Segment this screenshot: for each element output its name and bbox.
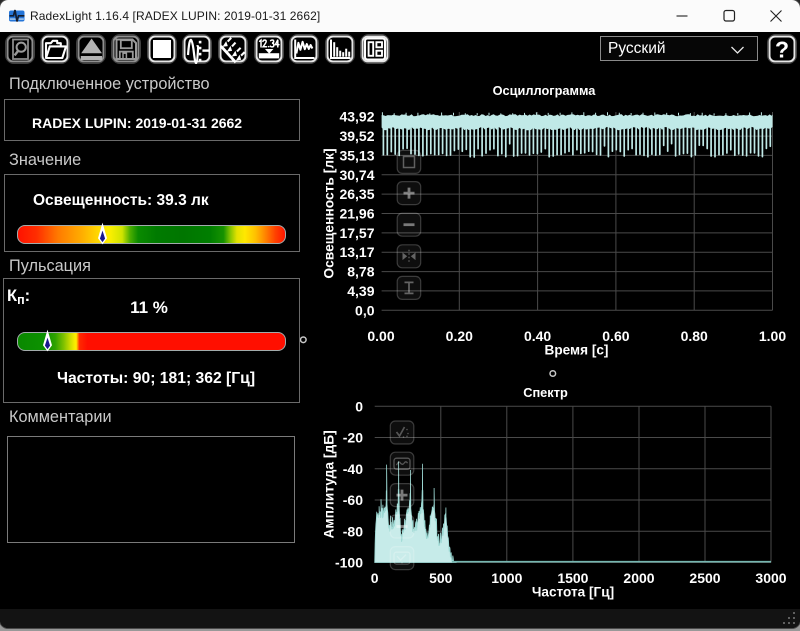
- svg-text:4,39: 4,39: [347, 283, 374, 299]
- svg-text:Освещенность [лк]: Освещенность [лк]: [322, 148, 337, 278]
- svg-text:0.60: 0.60: [602, 328, 629, 344]
- svg-text:0: 0: [355, 398, 363, 414]
- svg-text:Частота [Гц]: Частота [Гц]: [532, 584, 614, 599]
- svg-text:13,17: 13,17: [339, 244, 374, 260]
- svg-text:43,92: 43,92: [339, 109, 374, 125]
- svg-text:2500: 2500: [689, 570, 720, 586]
- svg-text:17,57: 17,57: [339, 225, 374, 241]
- svg-text:1.00: 1.00: [759, 328, 786, 344]
- svg-text:500: 500: [429, 570, 453, 586]
- svg-text:Амплитуда [дБ]: Амплитуда [дБ]: [322, 430, 337, 538]
- svg-text:0.00: 0.00: [367, 328, 394, 344]
- svg-text:0.40: 0.40: [524, 328, 551, 344]
- svg-text:Время [с]: Время [с]: [545, 343, 609, 358]
- svg-text:0.20: 0.20: [446, 328, 473, 344]
- svg-text:?: ?: [774, 36, 788, 62]
- svg-text:39,52: 39,52: [339, 128, 374, 144]
- svg-text:1000: 1000: [491, 570, 522, 586]
- svg-text:0: 0: [371, 570, 379, 586]
- svg-text:-80: -80: [343, 523, 363, 539]
- svg-text:-20: -20: [343, 430, 363, 446]
- svg-text:35,13: 35,13: [339, 147, 374, 163]
- svg-text:8,78: 8,78: [347, 264, 374, 280]
- svg-text:3000: 3000: [755, 570, 786, 586]
- svg-text:-60: -60: [343, 492, 363, 508]
- svg-text:-100: -100: [335, 555, 363, 571]
- svg-text:21,96: 21,96: [339, 206, 374, 222]
- svg-text:0,0: 0,0: [355, 302, 375, 318]
- svg-text:2000: 2000: [623, 570, 654, 586]
- svg-text:0.80: 0.80: [681, 328, 708, 344]
- svg-text:30,74: 30,74: [339, 167, 374, 183]
- svg-text:26,35: 26,35: [339, 186, 374, 202]
- svg-text:-40: -40: [343, 461, 363, 477]
- svg-text:Осциллограмма: Осциллограмма: [493, 83, 597, 98]
- svg-text:Спектр: Спектр: [523, 385, 568, 400]
